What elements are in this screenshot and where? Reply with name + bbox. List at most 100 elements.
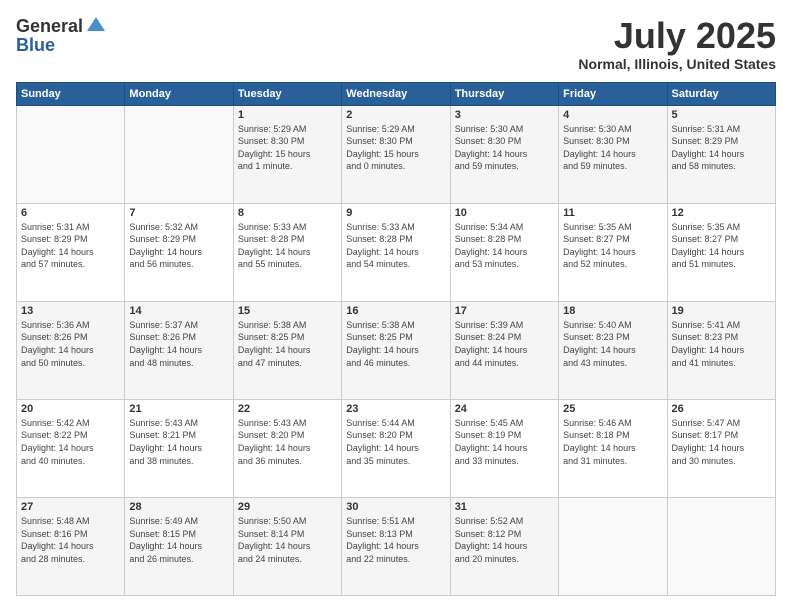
day-number: 10	[455, 207, 554, 219]
day-info: Sunrise: 5:30 AM Sunset: 8:30 PM Dayligh…	[455, 123, 554, 173]
logo-general-text: General	[16, 16, 83, 37]
day-info: Sunrise: 5:51 AM Sunset: 8:13 PM Dayligh…	[346, 515, 445, 565]
day-number: 8	[238, 207, 337, 219]
day-number: 19	[672, 305, 771, 317]
calendar-week-3: 20 Sunrise: 5:42 AM Sunset: 8:22 PM Dayli…	[17, 399, 776, 497]
calendar-cell-w2d3: 16 Sunrise: 5:38 AM Sunset: 8:25 PM Dayli…	[342, 301, 450, 399]
day-info: Sunrise: 5:43 AM Sunset: 8:20 PM Dayligh…	[238, 417, 337, 467]
day-number: 9	[346, 207, 445, 219]
calendar-cell-w1d4: 10Sunrise: 5:34 AM Sunset: 8:28 PM Dayli…	[450, 203, 558, 301]
calendar-week-1: 6 Sunrise: 5:31 AM Sunset: 8:29 PM Daylig…	[17, 203, 776, 301]
day-number: 23	[346, 403, 445, 415]
calendar-cell-w1d6: 12 Sunrise: 5:35 AM Sunset: 8:27 PM Dayli…	[667, 203, 775, 301]
calendar-cell-w1d1: 7 Sunrise: 5:32 AM Sunset: 8:29 PM Daylig…	[125, 203, 233, 301]
calendar-cell-w3d4: 24Sunrise: 5:45 AM Sunset: 8:19 PM Dayli…	[450, 399, 558, 497]
day-info: Sunrise: 5:49 AM Sunset: 8:15 PM Dayligh…	[129, 515, 228, 565]
logo: General Blue	[16, 16, 105, 56]
calendar-cell-w0d4: 3 Sunrise: 5:30 AM Sunset: 8:30 PM Daylig…	[450, 105, 558, 203]
day-number: 4	[563, 109, 662, 121]
header-right: July 2025 Normal, Illinois, United State…	[578, 16, 776, 72]
calendar-cell-w4d4: 31 Sunrise: 5:52 AM Sunset: 8:12 PM Dayli…	[450, 497, 558, 595]
day-number: 15	[238, 305, 337, 317]
calendar-cell-w0d5: 4 Sunrise: 5:30 AM Sunset: 8:30 PM Daylig…	[559, 105, 667, 203]
calendar-header-thursday: Thursday	[450, 82, 558, 105]
day-info: Sunrise: 5:29 AM Sunset: 8:30 PM Dayligh…	[238, 123, 337, 173]
calendar-cell-w4d5	[559, 497, 667, 595]
calendar-header-sunday: Sunday	[17, 82, 125, 105]
calendar-header-friday: Friday	[559, 82, 667, 105]
calendar-cell-w3d3: 23 Sunrise: 5:44 AM Sunset: 8:20 PM Dayli…	[342, 399, 450, 497]
calendar-cell-w1d2: 8 Sunrise: 5:33 AM Sunset: 8:28 PM Daylig…	[233, 203, 341, 301]
day-number: 13	[21, 305, 120, 317]
calendar-cell-w0d1	[125, 105, 233, 203]
calendar-header-saturday: Saturday	[667, 82, 775, 105]
day-number: 2	[346, 109, 445, 121]
day-info: Sunrise: 5:35 AM Sunset: 8:27 PM Dayligh…	[672, 221, 771, 271]
calendar-header-row: SundayMondayTuesdayWednesdayThursdayFrid…	[17, 82, 776, 105]
day-number: 6	[21, 207, 120, 219]
day-info: Sunrise: 5:29 AM Sunset: 8:30 PM Dayligh…	[346, 123, 445, 173]
day-info: Sunrise: 5:38 AM Sunset: 8:25 PM Dayligh…	[346, 319, 445, 369]
calendar-cell-w2d6: 19 Sunrise: 5:41 AM Sunset: 8:23 PM Dayli…	[667, 301, 775, 399]
day-info: Sunrise: 5:44 AM Sunset: 8:20 PM Dayligh…	[346, 417, 445, 467]
day-info: Sunrise: 5:42 AM Sunset: 8:22 PM Dayligh…	[21, 417, 120, 467]
day-number: 28	[129, 501, 228, 513]
calendar-week-0: 1Sunrise: 5:29 AM Sunset: 8:30 PM Daylig…	[17, 105, 776, 203]
day-number: 11	[563, 207, 662, 219]
day-info: Sunrise: 5:32 AM Sunset: 8:29 PM Dayligh…	[129, 221, 228, 271]
day-info: Sunrise: 5:40 AM Sunset: 8:23 PM Dayligh…	[563, 319, 662, 369]
calendar-cell-w3d1: 21 Sunrise: 5:43 AM Sunset: 8:21 PM Dayli…	[125, 399, 233, 497]
calendar-week-4: 27 Sunrise: 5:48 AM Sunset: 8:16 PM Dayli…	[17, 497, 776, 595]
calendar-cell-w3d5: 25Sunrise: 5:46 AM Sunset: 8:18 PM Dayli…	[559, 399, 667, 497]
day-info: Sunrise: 5:30 AM Sunset: 8:30 PM Dayligh…	[563, 123, 662, 173]
calendar-cell-w0d0	[17, 105, 125, 203]
calendar-cell-w4d3: 30 Sunrise: 5:51 AM Sunset: 8:13 PM Dayli…	[342, 497, 450, 595]
header: General Blue July 2025 Normal, Illinois,…	[16, 16, 776, 72]
calendar-header-monday: Monday	[125, 82, 233, 105]
day-number: 22	[238, 403, 337, 415]
calendar-header-tuesday: Tuesday	[233, 82, 341, 105]
day-number: 14	[129, 305, 228, 317]
day-info: Sunrise: 5:48 AM Sunset: 8:16 PM Dayligh…	[21, 515, 120, 565]
day-number: 31	[455, 501, 554, 513]
day-info: Sunrise: 5:52 AM Sunset: 8:12 PM Dayligh…	[455, 515, 554, 565]
calendar-cell-w0d3: 2 Sunrise: 5:29 AM Sunset: 8:30 PM Daylig…	[342, 105, 450, 203]
day-info: Sunrise: 5:50 AM Sunset: 8:14 PM Dayligh…	[238, 515, 337, 565]
day-info: Sunrise: 5:38 AM Sunset: 8:25 PM Dayligh…	[238, 319, 337, 369]
day-number: 5	[672, 109, 771, 121]
calendar-cell-w2d1: 14 Sunrise: 5:37 AM Sunset: 8:26 PM Dayli…	[125, 301, 233, 399]
day-number: 24	[455, 403, 554, 415]
day-number: 7	[129, 207, 228, 219]
calendar-cell-w4d0: 27 Sunrise: 5:48 AM Sunset: 8:16 PM Dayli…	[17, 497, 125, 595]
calendar-cell-w1d3: 9Sunrise: 5:33 AM Sunset: 8:28 PM Daylig…	[342, 203, 450, 301]
calendar-cell-w1d5: 11 Sunrise: 5:35 AM Sunset: 8:27 PM Dayli…	[559, 203, 667, 301]
day-number: 12	[672, 207, 771, 219]
calendar-cell-w0d6: 5Sunrise: 5:31 AM Sunset: 8:29 PM Daylig…	[667, 105, 775, 203]
day-info: Sunrise: 5:39 AM Sunset: 8:24 PM Dayligh…	[455, 319, 554, 369]
day-number: 30	[346, 501, 445, 513]
day-info: Sunrise: 5:33 AM Sunset: 8:28 PM Dayligh…	[238, 221, 337, 271]
day-number: 26	[672, 403, 771, 415]
calendar-cell-w4d1: 28 Sunrise: 5:49 AM Sunset: 8:15 PM Dayli…	[125, 497, 233, 595]
day-number: 21	[129, 403, 228, 415]
day-number: 20	[21, 403, 120, 415]
calendar-week-2: 13Sunrise: 5:36 AM Sunset: 8:26 PM Dayli…	[17, 301, 776, 399]
day-number: 3	[455, 109, 554, 121]
calendar-cell-w3d2: 22 Sunrise: 5:43 AM Sunset: 8:20 PM Dayli…	[233, 399, 341, 497]
location: Normal, Illinois, United States	[578, 56, 776, 72]
calendar-header-wednesday: Wednesday	[342, 82, 450, 105]
calendar-cell-w2d4: 17Sunrise: 5:39 AM Sunset: 8:24 PM Dayli…	[450, 301, 558, 399]
calendar-cell-w2d0: 13Sunrise: 5:36 AM Sunset: 8:26 PM Dayli…	[17, 301, 125, 399]
calendar-cell-w4d2: 29Sunrise: 5:50 AM Sunset: 8:14 PM Dayli…	[233, 497, 341, 595]
day-info: Sunrise: 5:47 AM Sunset: 8:17 PM Dayligh…	[672, 417, 771, 467]
day-info: Sunrise: 5:35 AM Sunset: 8:27 PM Dayligh…	[563, 221, 662, 271]
logo-triangle-icon	[87, 17, 105, 36]
calendar-cell-w2d5: 18 Sunrise: 5:40 AM Sunset: 8:23 PM Dayli…	[559, 301, 667, 399]
day-info: Sunrise: 5:37 AM Sunset: 8:26 PM Dayligh…	[129, 319, 228, 369]
day-info: Sunrise: 5:41 AM Sunset: 8:23 PM Dayligh…	[672, 319, 771, 369]
day-info: Sunrise: 5:31 AM Sunset: 8:29 PM Dayligh…	[21, 221, 120, 271]
day-number: 18	[563, 305, 662, 317]
day-number: 16	[346, 305, 445, 317]
day-info: Sunrise: 5:43 AM Sunset: 8:21 PM Dayligh…	[129, 417, 228, 467]
day-number: 27	[21, 501, 120, 513]
